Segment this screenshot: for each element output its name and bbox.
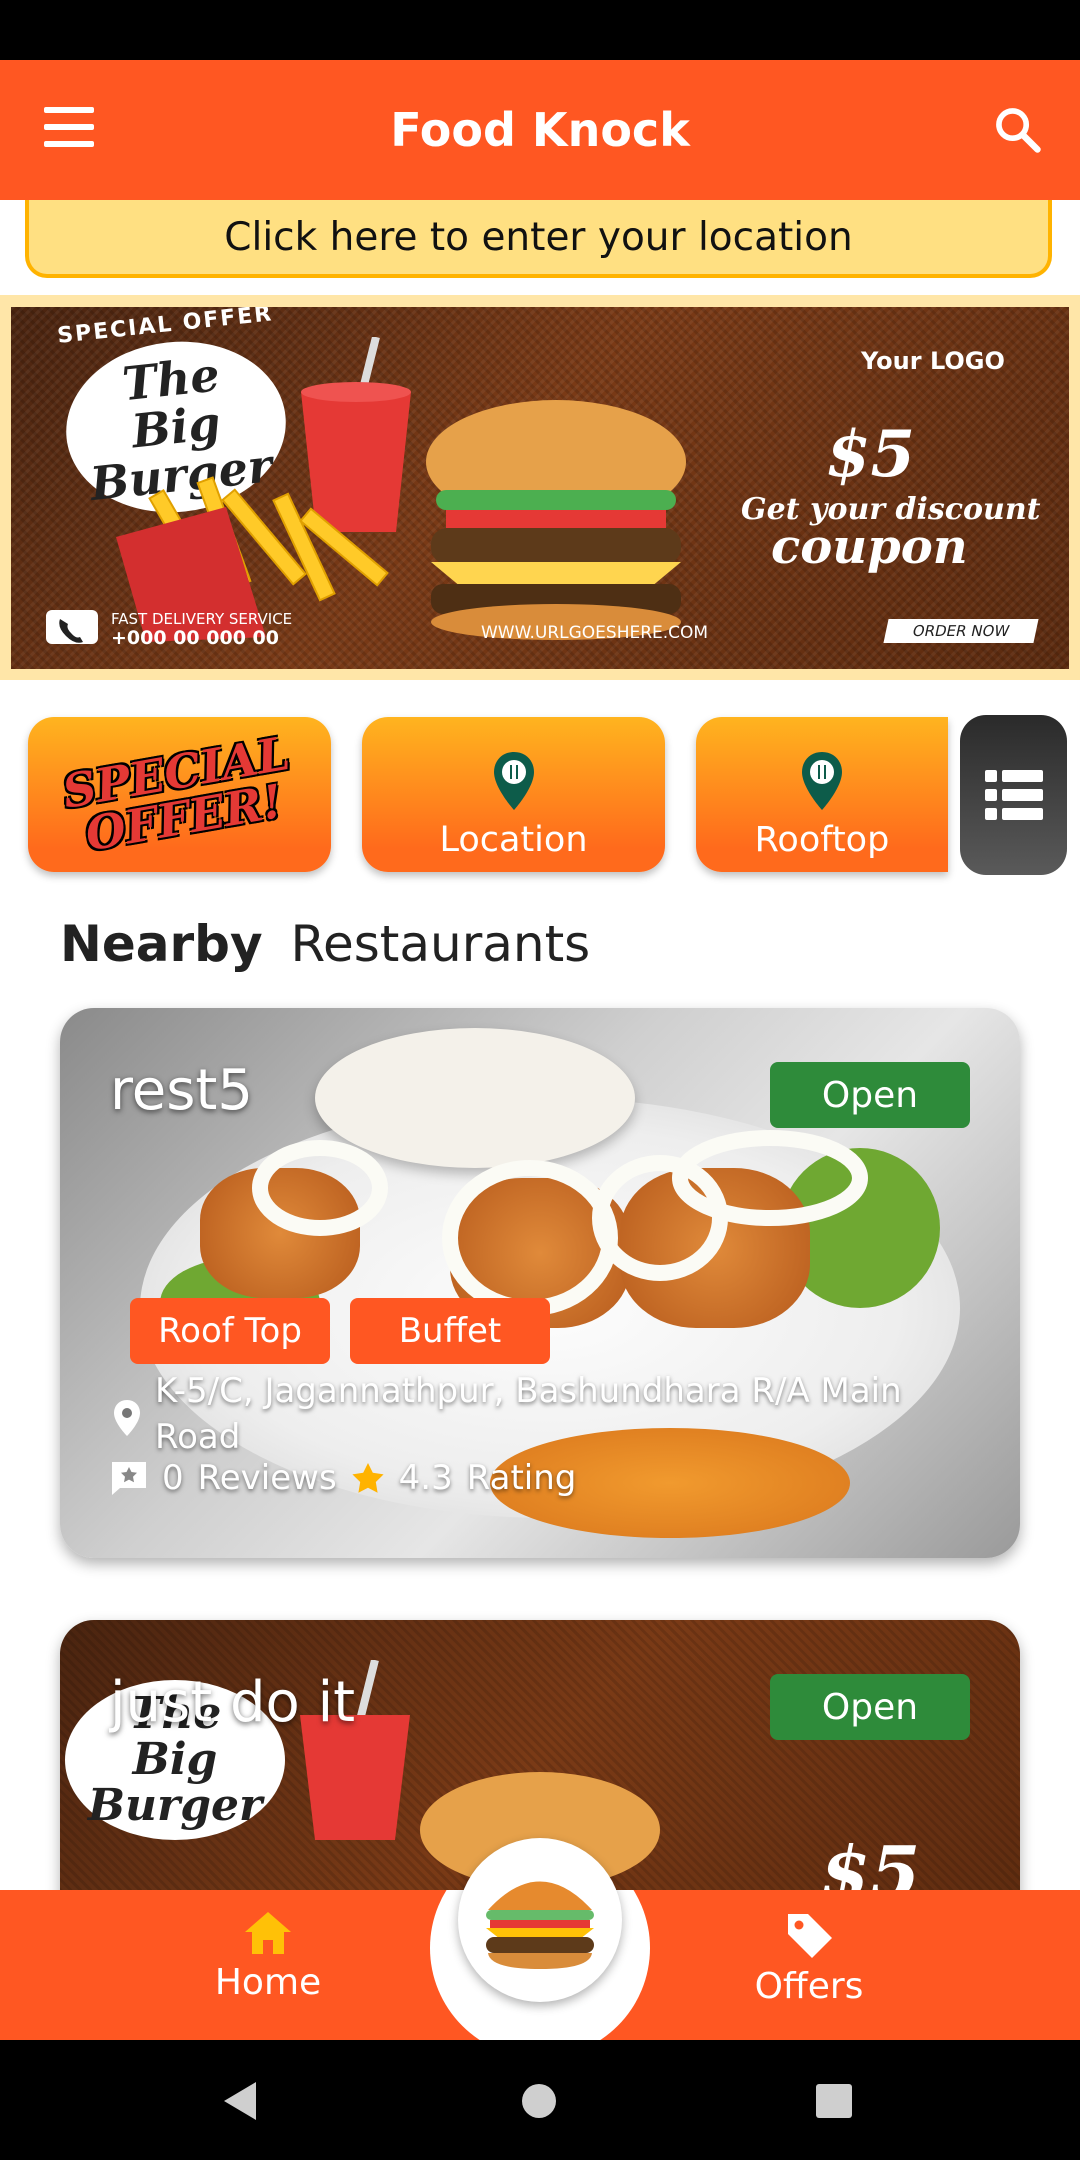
restaurant-name: just do it <box>110 1670 356 1735</box>
star-icon <box>352 1463 384 1493</box>
category-special-offer[interactable]: SPECIAL OFFER! <box>28 717 331 872</box>
bottom-nav: Home Offers <box>0 1838 1080 2058</box>
rating-label: Rating <box>466 1458 577 1498</box>
tag-roof-top: Roof Top <box>130 1298 330 1364</box>
review-row: 0 Reviews 4.3 Rating <box>110 1458 590 1498</box>
banner-price: $5 <box>826 417 916 492</box>
address-pin-icon <box>114 1400 140 1436</box>
location-pin-icon <box>802 752 842 810</box>
banner-section: SPECIAL OFFER The Big Burger Your LOGO $… <box>0 295 1080 680</box>
restaurant-name: rest5 <box>110 1058 254 1123</box>
location-bar: Click here to enter your location <box>0 200 1080 295</box>
app-bar: Food Knock <box>0 60 1080 200</box>
promo-banner[interactable]: SPECIAL OFFER The Big Burger Your LOGO $… <box>11 307 1069 669</box>
status-bar <box>0 0 1080 60</box>
banner-logo: Your LOGO <box>861 347 1005 375</box>
category-location[interactable]: Location <box>362 717 665 872</box>
review-count: 0 <box>162 1458 184 1498</box>
category-rooftop[interactable]: Rooftop <box>696 717 948 872</box>
enter-location-button[interactable]: Click here to enter your location <box>25 200 1052 278</box>
list-view-button[interactable] <box>960 715 1067 875</box>
nav-home[interactable]: Home <box>168 1910 368 2003</box>
category-location-label: Location <box>439 820 588 860</box>
nav-offers[interactable]: Offers <box>709 1910 909 2007</box>
center-fab-area <box>430 1838 650 2058</box>
burger-fab[interactable] <box>458 1838 622 2002</box>
banner-delivery-label: FAST DELIVERY SERVICE <box>111 610 293 628</box>
banner-url: WWW.URLGOESHERE.COM <box>481 623 709 643</box>
back-icon[interactable] <box>220 2080 260 2122</box>
home-circle-icon[interactable] <box>520 2082 558 2120</box>
tag-icon <box>788 1914 832 1958</box>
tag-buffet: Buffet <box>350 1298 550 1364</box>
search-icon[interactable] <box>992 104 1044 156</box>
app-title: Food Knock <box>390 103 690 157</box>
status-badge: Open <box>770 1674 970 1740</box>
review-label: Reviews <box>197 1458 337 1498</box>
menu-icon[interactable] <box>44 107 94 153</box>
nav-home-label: Home <box>214 1962 322 2003</box>
section-title: Nearby Restaurants <box>60 915 590 973</box>
phone-icon <box>46 610 98 644</box>
recents-icon[interactable] <box>815 2083 853 2119</box>
category-row: SPECIAL OFFER! Location Rooftop <box>0 715 1080 880</box>
section-title-bold: Nearby <box>60 915 263 973</box>
banner-coupon: coupon <box>771 519 968 575</box>
banner-phone: +000 00 000 00 <box>111 627 279 649</box>
banner-order-button[interactable]: ORDER NOW <box>883 619 1039 643</box>
map-pin-icon <box>493 752 534 810</box>
list-icon <box>984 770 1043 820</box>
section-title-rest: Restaurants <box>290 915 591 973</box>
review-icon <box>112 1462 146 1495</box>
restaurant-card[interactable]: rest5 Open Roof Top Buffet K-5/C, Jagann… <box>60 1008 1020 1558</box>
rating-value: 4.3 <box>398 1458 453 1498</box>
category-rooftop-label: Rooftop <box>754 820 890 860</box>
system-nav-bar <box>0 2040 1080 2160</box>
special-offer-label: SPECIAL OFFER! <box>58 725 293 862</box>
burger-icon <box>486 1881 594 1969</box>
burger-image <box>426 400 686 640</box>
home-icon <box>245 1912 291 1954</box>
nav-offers-label: Offers <box>754 1966 864 2007</box>
status-badge: Open <box>770 1062 970 1128</box>
restaurant-address: K-5/C, Jagannathpur, Bashundhara R/A Mai… <box>155 1371 902 1457</box>
